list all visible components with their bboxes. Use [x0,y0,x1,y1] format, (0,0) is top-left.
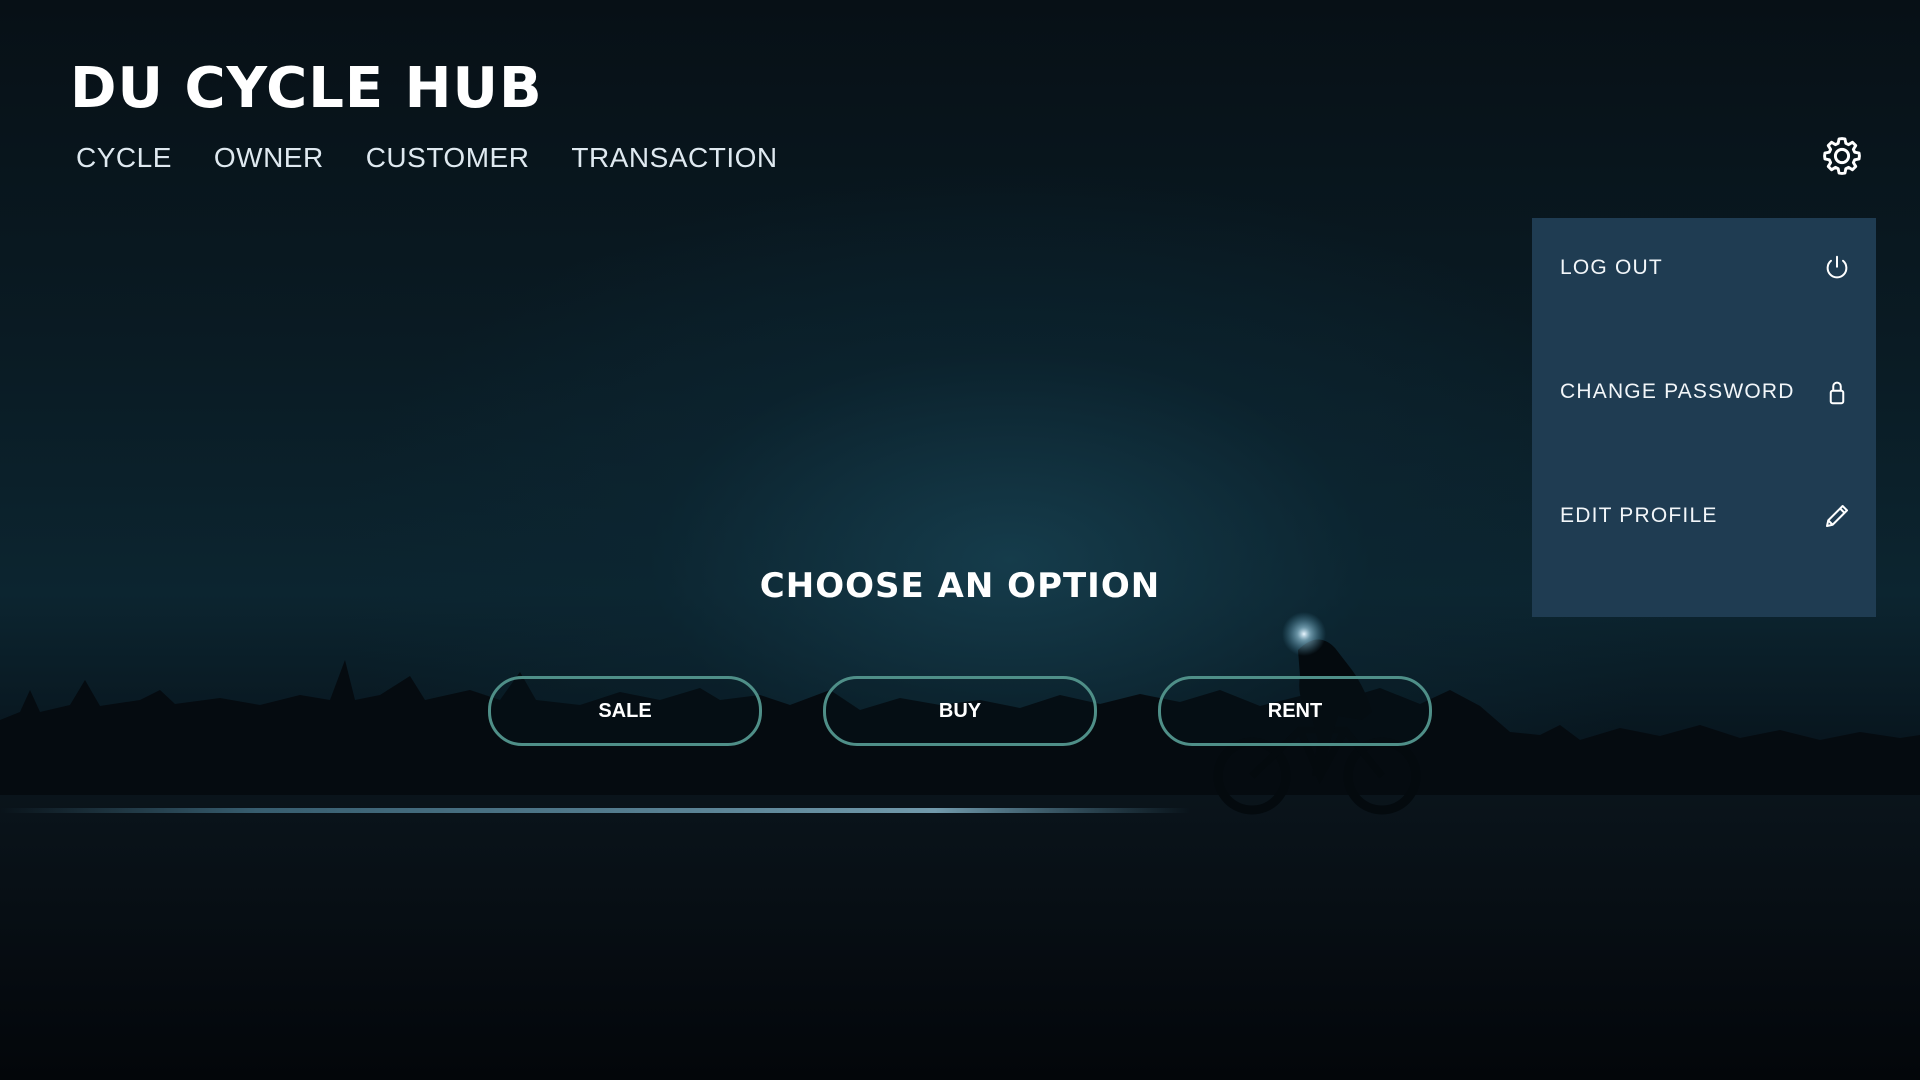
headlamp-glow [1282,612,1326,656]
rent-button[interactable]: RENT [1158,676,1432,746]
settings-button[interactable] [1820,134,1864,178]
nav-item-owner[interactable]: OWNER [214,142,324,174]
menu-item-log-out[interactable]: LOG OUT [1532,218,1876,318]
ground [0,795,1920,1080]
menu-item-label: LOG OUT [1560,256,1663,279]
settings-dropdown-menu: LOG OUT CHANGE PASSWORD EDIT PROFILE [1532,218,1876,617]
nav-item-cycle[interactable]: CYCLE [76,142,172,174]
nav-item-customer[interactable]: CUSTOMER [366,142,530,174]
menu-item-change-password[interactable]: CHANGE PASSWORD [1532,342,1876,442]
nav-item-transaction[interactable]: TRANSACTION [571,142,777,174]
main-nav: CYCLE OWNER CUSTOMER TRANSACTION [76,142,778,174]
sale-button[interactable]: SALE [488,676,762,746]
lock-icon [1829,381,1845,405]
menu-item-edit-profile[interactable]: EDIT PROFILE [1532,466,1876,566]
gear-icon [1823,137,1861,175]
menu-item-label: EDIT PROFILE [1560,504,1718,527]
light-streak [0,808,1700,813]
app-title: DU CYCLE HUB [70,56,543,121]
app-window: DU CYCLE HUB CYCLE OWNER CUSTOMER TRANSA… [0,0,1920,1080]
menu-item-label: CHANGE PASSWORD [1560,380,1795,403]
pencil-icon [1826,505,1848,527]
power-icon [1826,255,1848,279]
buy-button[interactable]: BUY [823,676,1097,746]
